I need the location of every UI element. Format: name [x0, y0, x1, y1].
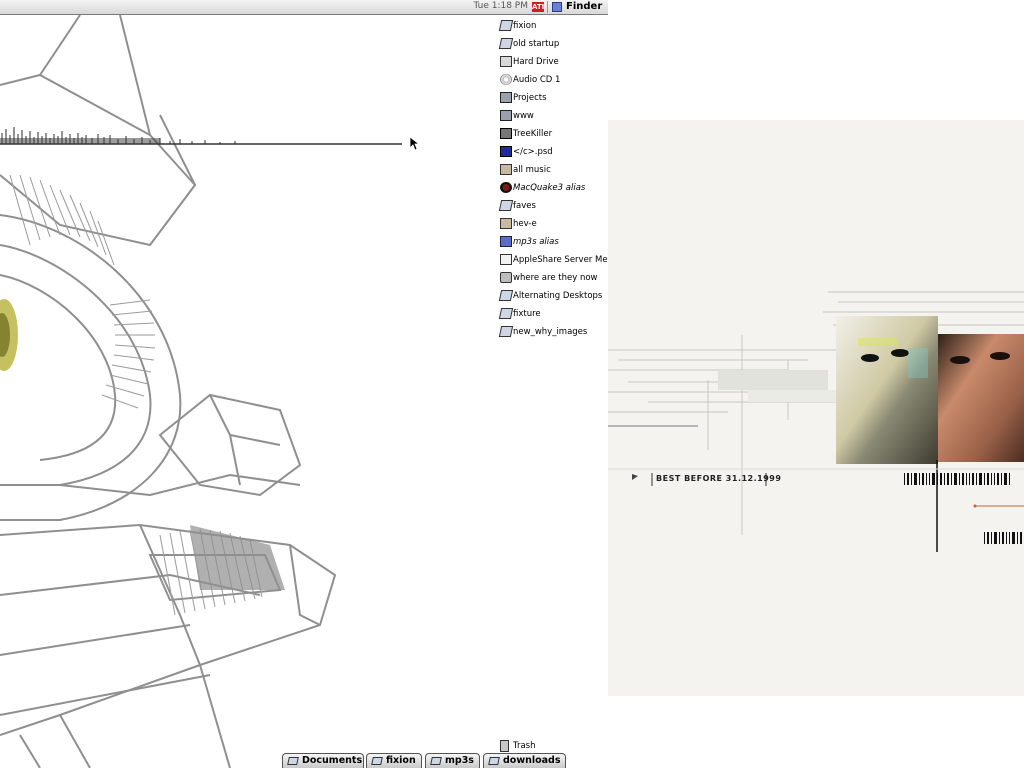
finder-face-icon	[552, 2, 562, 12]
popup-tab-label: Documents	[302, 755, 363, 766]
mouse-pointer-icon	[410, 137, 420, 151]
desktop-icon-hev-e[interactable]: hev-e	[498, 218, 608, 234]
desktop-icon-label: fixion	[513, 21, 537, 31]
printer-icon	[500, 272, 512, 283]
music-folder-icon	[500, 164, 512, 175]
desktop-icon-label: fixture	[513, 309, 541, 319]
desktop-icon-audio-cd[interactable]: Audio CD 1	[498, 74, 608, 90]
desktop-icon-alternating-desktops[interactable]: Alternating Desktops	[498, 290, 608, 306]
desktop-icon-faves[interactable]: faves	[498, 200, 608, 216]
disk-icon	[488, 757, 500, 765]
wallpaper-caption: BEST BEFORE 31.12.1999	[656, 474, 782, 483]
document-icon	[500, 254, 512, 265]
desktop-icon-all-music[interactable]: all music	[498, 164, 608, 180]
ati-control-strip-icon[interactable]: ATI	[532, 2, 544, 12]
desktop-icon-label: old startup	[513, 39, 560, 49]
desktop-icon-label: where are they now	[513, 273, 598, 283]
trash-label: Trash	[513, 741, 536, 751]
desktop-icon-label: mp3s alias	[513, 237, 559, 247]
menu-bar: Tue 1:18 PM ATI Finder	[0, 0, 608, 15]
photoshop-document-icon	[500, 146, 512, 157]
desktop-icon-label: Alternating Desktops	[513, 291, 603, 301]
disk-icon	[498, 326, 514, 337]
mp3-folder-icon	[500, 236, 512, 247]
desktop-icon-projects[interactable]: Projects	[498, 92, 608, 108]
desktop-icon-where-are-they-now[interactable]: where are they now	[498, 272, 608, 288]
desktop-icon-label: hev-e	[513, 219, 537, 229]
desktop-icon-label: Audio CD 1	[513, 75, 561, 85]
popup-tab-downloads[interactable]: downloads	[483, 753, 566, 768]
desktop-icon-new-why-images[interactable]: new_why_images	[498, 326, 608, 342]
desktop-icon-label: Projects	[513, 93, 547, 103]
disk-icon	[430, 757, 442, 765]
trash-icon	[500, 740, 509, 752]
desktop-icon-label: all music	[513, 165, 551, 175]
disk-icon	[498, 308, 514, 319]
hard-drive-icon	[500, 56, 512, 67]
application-menu[interactable]: Finder	[548, 0, 608, 14]
quake-icon	[500, 182, 512, 193]
popup-tab-documents[interactable]: Documents	[282, 753, 364, 768]
disk-icon	[498, 20, 514, 31]
disk-icon	[498, 200, 514, 211]
popup-tab-label: downloads	[503, 755, 561, 766]
second-display-wallpaper	[608, 291, 1024, 552]
desktop-icon-hard-drive[interactable]: Hard Drive	[498, 56, 608, 72]
disk-icon	[371, 757, 383, 765]
disk-icon	[498, 290, 514, 301]
desktop-icon-treekiller[interactable]: TreeKiller	[498, 128, 608, 144]
popup-tab-label: mp3s	[445, 755, 474, 766]
disk-icon	[287, 757, 299, 765]
popup-tab-fixion[interactable]: fixion	[366, 753, 422, 768]
second-display: BEST BEFORE 31.12.1999	[608, 120, 1024, 696]
desktop-icon-label: Hard Drive	[513, 57, 559, 67]
desktop-icon-label: TreeKiller	[513, 129, 553, 139]
menu-clock[interactable]: Tue 1:18 PM	[474, 1, 529, 11]
desktop-icon-label: MacQuake3 alias	[513, 183, 586, 193]
popup-tab-label: fixion	[386, 755, 416, 766]
folder-icon	[500, 110, 512, 121]
desktop-icon-fixture[interactable]: fixture	[498, 308, 608, 324]
application-menu-label: Finder	[566, 1, 603, 12]
desktop-icon-appleshare-messages[interactable]: AppleShare Server Messages	[498, 254, 608, 270]
desktop-icon-fixion[interactable]: fixion	[498, 20, 608, 36]
desktop-icon-label: new_why_images	[513, 327, 588, 337]
folder-icon	[500, 92, 512, 103]
cd-icon	[500, 74, 512, 85]
desktop-icon-mp3s-alias[interactable]: mp3s alias	[498, 236, 608, 252]
desktop-icon-old-startup[interactable]: old startup	[498, 38, 608, 54]
music-folder-icon	[500, 218, 512, 229]
desktop-icon-label: </c>.psd	[513, 147, 553, 157]
application-icon	[500, 128, 512, 139]
disk-icon	[498, 38, 514, 49]
desktop-icon-macquake3-alias[interactable]: MacQuake3 alias	[498, 182, 608, 198]
desktop-icon-www[interactable]: www	[498, 110, 608, 126]
popup-tab-mp3s[interactable]: mp3s	[425, 753, 480, 768]
desktop-icon-label: www	[513, 111, 534, 121]
desktop-icon-label: AppleShare Server Messages	[513, 255, 608, 265]
desktop-icon-label: faves	[513, 201, 536, 211]
desktop-icon-psd[interactable]: </c>.psd	[498, 146, 608, 162]
main-display: Tue 1:18 PM ATI Finder fixion old startu…	[0, 0, 608, 768]
